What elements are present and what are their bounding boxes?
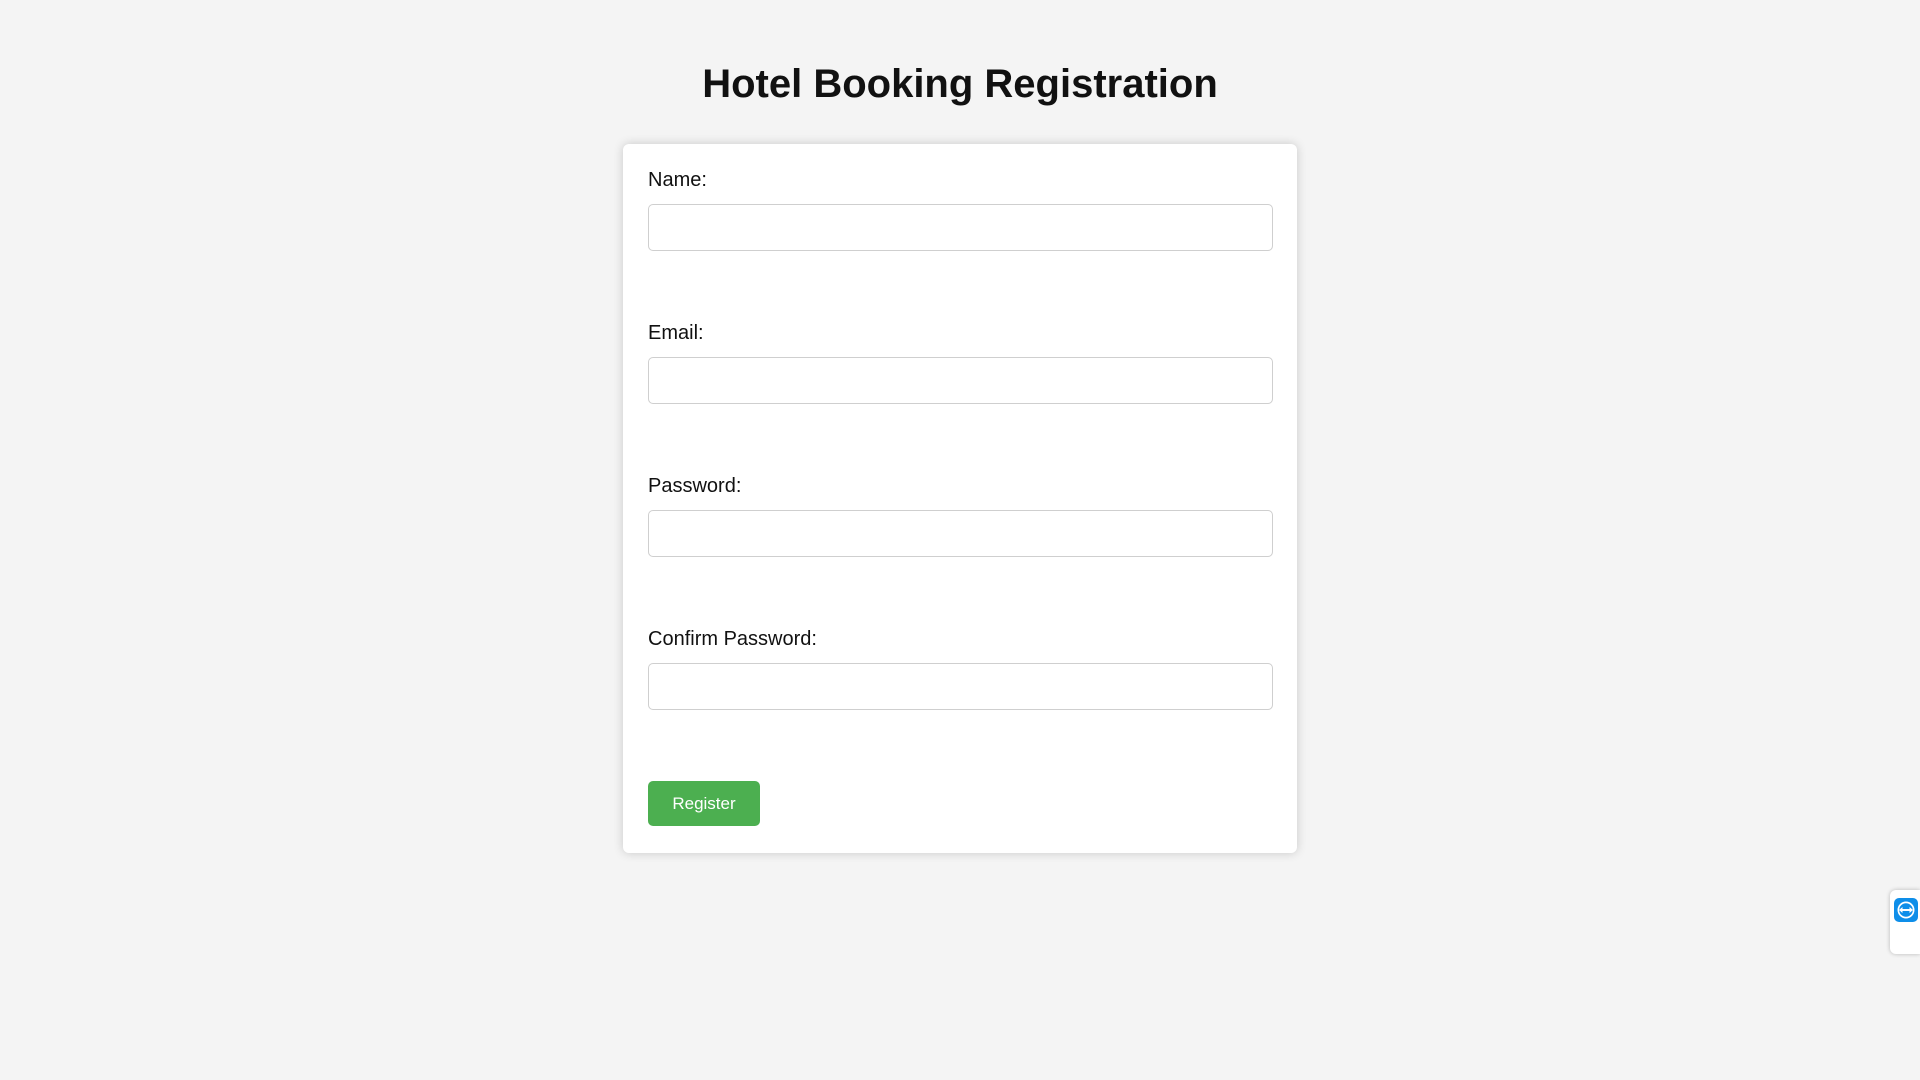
email-label: Email: — [648, 322, 704, 344]
confirm-password-label: Confirm Password: — [648, 628, 817, 650]
password-input[interactable] — [648, 510, 1273, 557]
confirm-password-field-group: Confirm Password: — [648, 627, 1273, 710]
page-title: Hotel Booking Registration — [702, 62, 1218, 106]
email-input[interactable] — [648, 357, 1273, 404]
confirm-password-input[interactable] — [648, 663, 1273, 710]
remote-support-widget[interactable] — [1890, 890, 1920, 954]
register-button[interactable]: Register — [648, 781, 760, 826]
name-field-group: Name: — [648, 168, 1273, 251]
remote-support-icon — [1894, 898, 1918, 922]
email-field-group: Email: — [648, 321, 1273, 404]
page: Hotel Booking Registration Name: Email: … — [0, 0, 1920, 1080]
registration-form: Name: Email: Password: Confirm Password:… — [623, 144, 1297, 853]
name-label: Name: — [648, 169, 707, 191]
name-input[interactable] — [648, 204, 1273, 251]
password-label: Password: — [648, 475, 742, 497]
password-field-group: Password: — [648, 474, 1273, 557]
